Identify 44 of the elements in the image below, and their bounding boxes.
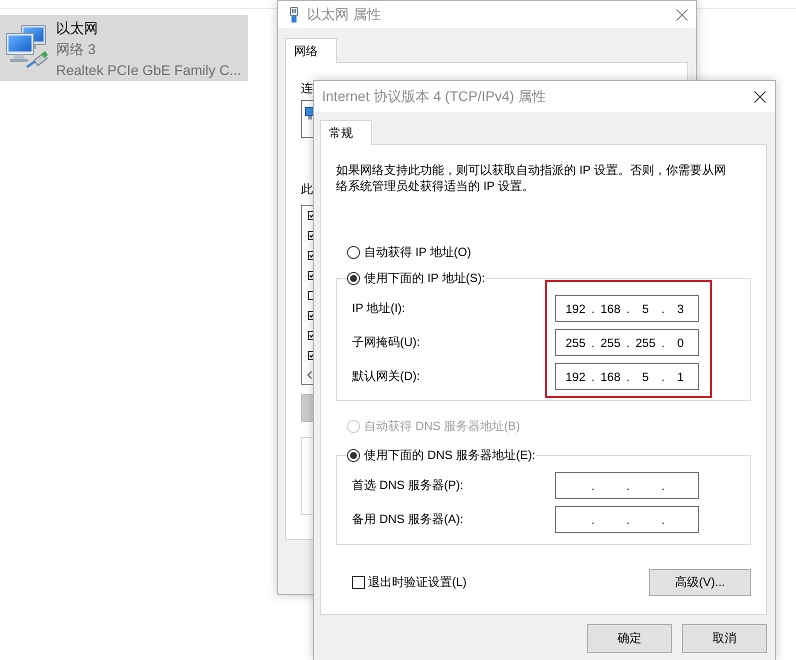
close-icon xyxy=(754,90,766,102)
ip-address-field[interactable]: . . . xyxy=(555,506,699,533)
list-label: 此 xyxy=(301,181,313,197)
window-title: Internet 协议版本 4 (TCP/IPv4) 属性 xyxy=(322,88,546,106)
checkbox[interactable] xyxy=(308,291,313,300)
checkbox[interactable] xyxy=(308,331,313,340)
monitor-icon xyxy=(305,107,314,120)
advanced-button[interactable]: 高级(V)... xyxy=(649,569,751,596)
dialog-button[interactable]: 确定 xyxy=(587,624,672,653)
network-name: 网络 3 xyxy=(56,40,96,59)
chevron-left-icon[interactable] xyxy=(307,371,312,379)
checkbox-option[interactable]: 退出时验证设置(L) xyxy=(352,574,467,591)
device-name: Realtek PCIe GbE Family C... xyxy=(56,61,242,80)
ip-address-field[interactable]: 192 . 168 . 5 . 3 xyxy=(555,295,699,322)
ip-address-field[interactable]: 192 . 168 . 5 . 1 xyxy=(555,363,699,390)
network-computers-icon xyxy=(3,22,51,70)
field-label: IP 地址(I): xyxy=(352,300,406,317)
radio-button[interactable]: 使用下面的 DNS 服务器地址(E): xyxy=(347,447,536,463)
adapter-list-item[interactable]: 以太网 网络 3 Realtek PCIe GbE Family C... xyxy=(0,15,248,81)
field-label: 连 xyxy=(301,80,313,96)
checkbox[interactable] xyxy=(308,231,313,240)
input-field[interactable] xyxy=(301,100,313,138)
description-text: 如果网络支持此功能，则可以获取自动指派的 IP 设置。否则，你需要从网络系统管理员处获得适当的 IP 设置。 xyxy=(336,162,727,194)
checkbox[interactable] xyxy=(308,351,313,360)
field-label: 备用 DNS 服务器(A): xyxy=(352,511,464,528)
radio-button[interactable]: 自动获得 IP 地址(O) xyxy=(347,244,472,260)
plug-icon xyxy=(290,6,298,22)
checkbox[interactable] xyxy=(308,311,313,320)
checkbox[interactable] xyxy=(308,211,313,220)
dialog-button[interactable]: 取消 xyxy=(682,624,767,653)
tab[interactable]: 网络 xyxy=(285,38,337,63)
tab[interactable]: 常规 xyxy=(320,120,372,145)
close-button[interactable] xyxy=(754,90,766,102)
window-title: 以太网 属性 xyxy=(307,6,381,24)
adapter-name: 以太网 xyxy=(56,19,98,38)
field-label: 子网掩码(U): xyxy=(352,334,421,351)
checkbox[interactable] xyxy=(308,251,313,260)
ip-address-field[interactable]: 255 . 255 . 255 . 0 xyxy=(555,329,699,356)
close-icon xyxy=(676,8,688,20)
field-label: 首选 DNS 服务器(P): xyxy=(352,477,464,494)
field-label: 默认网关(D): xyxy=(352,368,421,385)
radio-button[interactable]: 使用下面的 IP 地址(S): xyxy=(347,270,486,286)
checkbox[interactable] xyxy=(308,271,313,280)
ip-address-field[interactable]: . . . xyxy=(555,472,699,499)
